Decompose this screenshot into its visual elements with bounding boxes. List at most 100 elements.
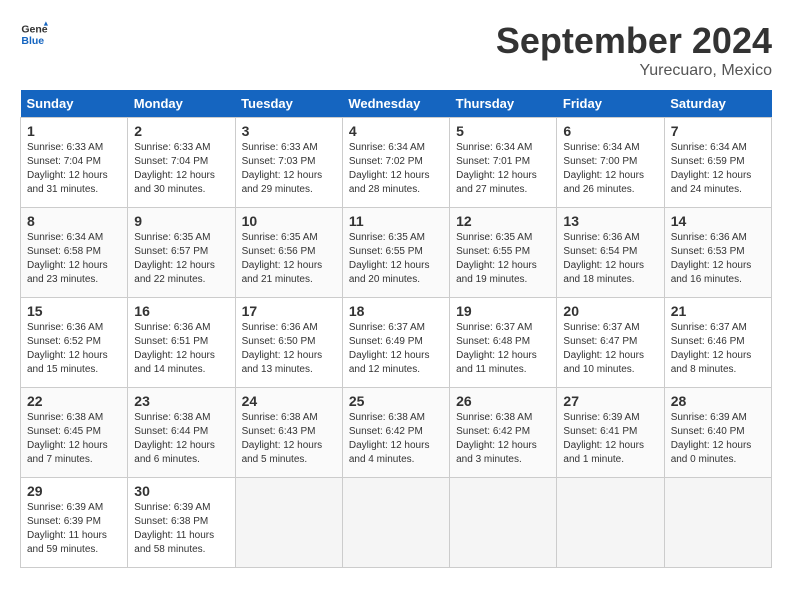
day-number: 15 <box>27 303 121 319</box>
table-row: 23 Sunrise: 6:38 AMSunset: 6:44 PMDayligh… <box>128 388 235 478</box>
day-info: Sunrise: 6:33 AMSunset: 7:04 PMDaylight:… <box>134 141 228 197</box>
day-info: Sunrise: 6:36 AMSunset: 6:50 PMDaylight:… <box>242 321 336 377</box>
day-info: Sunrise: 6:34 AMSunset: 7:00 PMDaylight:… <box>563 141 657 197</box>
day-info: Sunrise: 6:39 AMSunset: 6:41 PMDaylight:… <box>563 411 657 467</box>
day-number: 10 <box>242 213 336 229</box>
table-row: 2 Sunrise: 6:33 AMSunset: 7:04 PMDaylight… <box>128 118 235 208</box>
table-row: 14Sunrise: 6:36 AMSunset: 6:53 PMDayligh… <box>664 208 771 298</box>
day-number: 21 <box>671 303 765 319</box>
table-row: 16 Sunrise: 6:36 AMSunset: 6:51 PMDayligh… <box>128 298 235 388</box>
day-info: Sunrise: 6:33 AMSunset: 7:04 PMDaylight:… <box>27 141 121 197</box>
table-row: 26 Sunrise: 6:38 AMSunset: 6:42 PMDayligh… <box>450 388 557 478</box>
table-row: 1 Sunrise: 6:33 AMSunset: 7:04 PMDaylight… <box>21 118 128 208</box>
day-number: 4 <box>349 123 443 139</box>
day-number: 19 <box>456 303 550 319</box>
table-row: 15 Sunrise: 6:36 AMSunset: 6:52 PMDayligh… <box>21 298 128 388</box>
logo-icon: General Blue <box>20 20 48 48</box>
title-area: September 2024 Yurecuaro, Mexico <box>496 20 772 80</box>
day-number: 28 <box>671 393 765 409</box>
day-number: 25 <box>349 393 443 409</box>
day-number: 22 <box>27 393 121 409</box>
day-number: 16 <box>134 303 228 319</box>
table-row: 10 Sunrise: 6:35 AMSunset: 6:56 PMDayligh… <box>235 208 342 298</box>
table-row: 11 Sunrise: 6:35 AMSunset: 6:55 PMDayligh… <box>342 208 449 298</box>
table-row: 9 Sunrise: 6:35 AMSunset: 6:57 PMDaylight… <box>128 208 235 298</box>
day-info: Sunrise: 6:36 AMSunset: 6:51 PMDaylight:… <box>134 321 228 377</box>
day-number: 8 <box>27 213 121 229</box>
location-title: Yurecuaro, Mexico <box>496 62 772 80</box>
table-row: 24Sunrise: 6:38 AMSunset: 6:43 PMDayligh… <box>235 388 342 478</box>
month-title: September 2024 <box>496 20 772 62</box>
col-monday: Monday <box>128 90 235 118</box>
table-row: 27 Sunrise: 6:39 AMSunset: 6:41 PMDayligh… <box>557 388 664 478</box>
day-number: 29 <box>27 483 121 499</box>
day-info: Sunrise: 6:34 AMSunset: 6:58 PMDaylight:… <box>27 231 121 287</box>
table-row: 18Sunrise: 6:37 AMSunset: 6:49 PMDayligh… <box>342 298 449 388</box>
table-row: 5 Sunrise: 6:34 AMSunset: 7:01 PMDaylight… <box>450 118 557 208</box>
col-tuesday: Tuesday <box>235 90 342 118</box>
table-row: 8 Sunrise: 6:34 AMSunset: 6:58 PMDaylight… <box>21 208 128 298</box>
day-info: Sunrise: 6:37 AMSunset: 6:46 PMDaylight:… <box>671 321 765 377</box>
day-info: Sunrise: 6:39 AMSunset: 6:40 PMDaylight:… <box>671 411 765 467</box>
calendar-table: Sunday Monday Tuesday Wednesday Thursday… <box>20 90 772 568</box>
day-number: 17 <box>242 303 336 319</box>
day-info: Sunrise: 6:38 AMSunset: 6:45 PMDaylight:… <box>27 411 121 467</box>
day-number: 5 <box>456 123 550 139</box>
table-row: 6 Sunrise: 6:34 AMSunset: 7:00 PMDaylight… <box>557 118 664 208</box>
day-number: 11 <box>349 213 443 229</box>
day-number: 27 <box>563 393 657 409</box>
day-info: Sunrise: 6:38 AMSunset: 6:42 PMDaylight:… <box>456 411 550 467</box>
calendar-row: 8 Sunrise: 6:34 AMSunset: 6:58 PMDaylight… <box>21 208 772 298</box>
day-number: 1 <box>27 123 121 139</box>
day-number: 7 <box>671 123 765 139</box>
day-header-row: Sunday Monday Tuesday Wednesday Thursday… <box>21 90 772 118</box>
day-info: Sunrise: 6:38 AMSunset: 6:44 PMDaylight:… <box>134 411 228 467</box>
day-number: 20 <box>563 303 657 319</box>
table-row: 17 Sunrise: 6:36 AMSunset: 6:50 PMDayligh… <box>235 298 342 388</box>
table-row: 28 Sunrise: 6:39 AMSunset: 6:40 PMDayligh… <box>664 388 771 478</box>
table-row: 29 Sunrise: 6:39 AMSunset: 6:39 PMDayligh… <box>21 478 128 568</box>
calendar-row: 1 Sunrise: 6:33 AMSunset: 7:04 PMDaylight… <box>21 118 772 208</box>
col-friday: Friday <box>557 90 664 118</box>
day-number: 6 <box>563 123 657 139</box>
day-info: Sunrise: 6:34 AMSunset: 7:02 PMDaylight:… <box>349 141 443 197</box>
table-row: 12Sunrise: 6:35 AMSunset: 6:55 PMDayligh… <box>450 208 557 298</box>
day-info: Sunrise: 6:35 AMSunset: 6:57 PMDaylight:… <box>134 231 228 287</box>
col-wednesday: Wednesday <box>342 90 449 118</box>
day-info: Sunrise: 6:37 AMSunset: 6:49 PMDaylight:… <box>349 321 443 377</box>
day-info: Sunrise: 6:33 AMSunset: 7:03 PMDaylight:… <box>242 141 336 197</box>
table-row: 20 Sunrise: 6:37 AMSunset: 6:47 PMDayligh… <box>557 298 664 388</box>
table-row: 22 Sunrise: 6:38 AMSunset: 6:45 PMDayligh… <box>21 388 128 478</box>
day-number: 14 <box>671 213 765 229</box>
table-row <box>342 478 449 568</box>
header: General Blue September 2024 Yurecuaro, M… <box>20 20 772 80</box>
day-info: Sunrise: 6:39 AMSunset: 6:38 PMDaylight:… <box>134 501 228 557</box>
day-info: Sunrise: 6:36 AMSunset: 6:54 PMDaylight:… <box>563 231 657 287</box>
day-number: 23 <box>134 393 228 409</box>
table-row: 19Sunrise: 6:37 AMSunset: 6:48 PMDayligh… <box>450 298 557 388</box>
day-number: 30 <box>134 483 228 499</box>
logo: General Blue <box>20 20 48 48</box>
day-info: Sunrise: 6:36 AMSunset: 6:52 PMDaylight:… <box>27 321 121 377</box>
table-row <box>557 478 664 568</box>
day-info: Sunrise: 6:35 AMSunset: 6:56 PMDaylight:… <box>242 231 336 287</box>
day-info: Sunrise: 6:34 AMSunset: 7:01 PMDaylight:… <box>456 141 550 197</box>
table-row: 13Sunrise: 6:36 AMSunset: 6:54 PMDayligh… <box>557 208 664 298</box>
day-info: Sunrise: 6:35 AMSunset: 6:55 PMDaylight:… <box>349 231 443 287</box>
day-info: Sunrise: 6:34 AMSunset: 6:59 PMDaylight:… <box>671 141 765 197</box>
day-number: 9 <box>134 213 228 229</box>
calendar-row: 29 Sunrise: 6:39 AMSunset: 6:39 PMDayligh… <box>21 478 772 568</box>
table-row: 3Sunrise: 6:33 AMSunset: 7:03 PMDaylight… <box>235 118 342 208</box>
day-number: 12 <box>456 213 550 229</box>
col-saturday: Saturday <box>664 90 771 118</box>
day-number: 2 <box>134 123 228 139</box>
day-number: 24 <box>242 393 336 409</box>
col-thursday: Thursday <box>450 90 557 118</box>
day-info: Sunrise: 6:37 AMSunset: 6:47 PMDaylight:… <box>563 321 657 377</box>
table-row <box>450 478 557 568</box>
table-row: 25Sunrise: 6:38 AMSunset: 6:42 PMDayligh… <box>342 388 449 478</box>
table-row: 30 Sunrise: 6:39 AMSunset: 6:38 PMDayligh… <box>128 478 235 568</box>
day-number: 26 <box>456 393 550 409</box>
col-sunday: Sunday <box>21 90 128 118</box>
day-info: Sunrise: 6:39 AMSunset: 6:39 PMDaylight:… <box>27 501 121 557</box>
